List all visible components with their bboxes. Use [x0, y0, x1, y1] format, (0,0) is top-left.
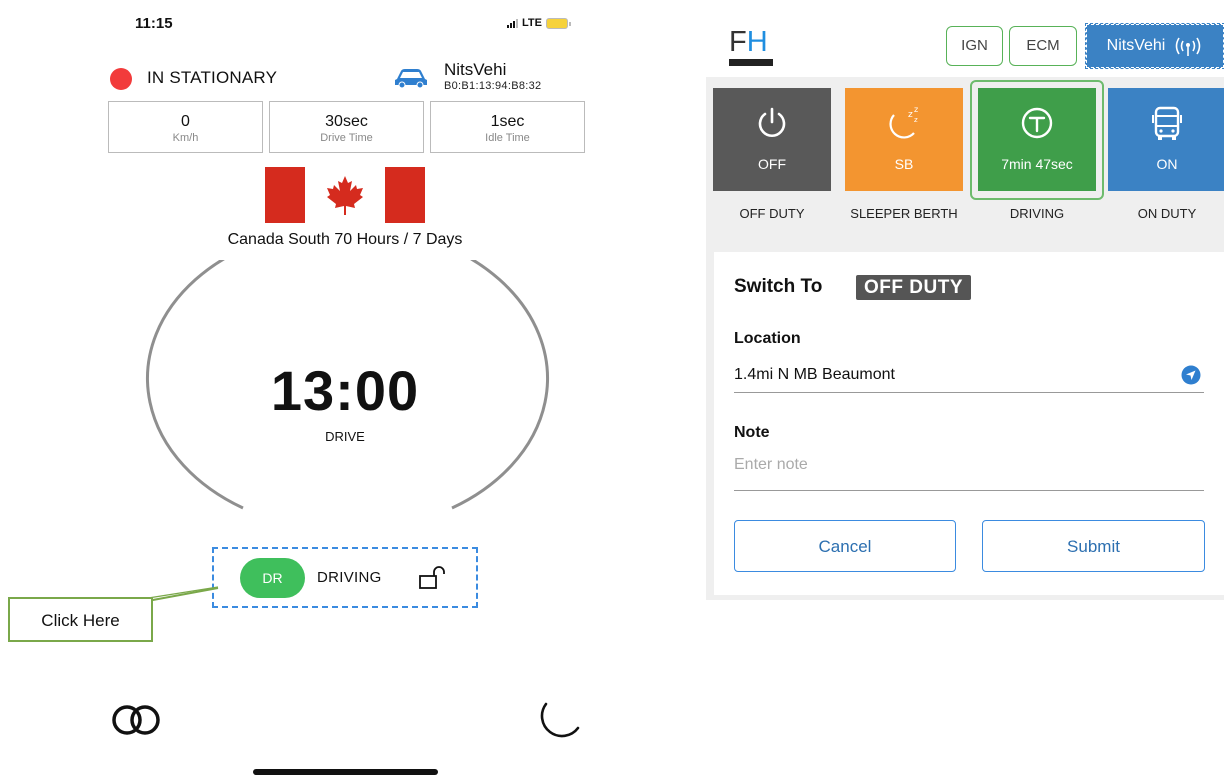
unlock-icon[interactable]	[418, 566, 450, 590]
location-arrow-icon[interactable]	[1181, 365, 1201, 385]
driving-caption: DRIVING	[1009, 206, 1065, 221]
svg-text:z: z	[908, 110, 913, 120]
status-indicator-dot	[110, 68, 132, 90]
sleeper-berth-tile[interactable]: z z z SB	[845, 88, 963, 191]
ruleset-label: Canada South 70 Hours / 7 Days	[227, 231, 463, 248]
app-logo: FH	[729, 26, 768, 58]
signal-icon	[507, 18, 518, 28]
phone-screen: 11:15 LTE IN STATIONARY NitsVehi B0:B1:1…	[0, 0, 700, 778]
duty-status-badge[interactable]: DR	[240, 558, 305, 598]
remaining-drive-clock: 13:00	[270, 359, 420, 422]
on-duty-tile-text: ON	[1156, 156, 1178, 172]
duty-status-panel: FH IGN ECM NitsVehi OFF z z z SB 7min 47…	[706, 0, 1224, 600]
click-here-callout: Click Here	[8, 597, 153, 642]
sleeper-berth-caption: SLEEPER BERTH	[850, 206, 958, 221]
driving-tile-text: 7min 47sec	[1001, 156, 1073, 172]
car-icon[interactable]	[393, 67, 429, 89]
off-duty-tile[interactable]: OFF	[713, 88, 831, 191]
power-icon	[758, 107, 786, 137]
speed-metric: 0 Km/h	[108, 101, 263, 153]
home-indicator[interactable]	[253, 769, 438, 775]
clock-label: DRIVE	[325, 429, 365, 444]
vehicle-status-text: IN STATIONARY	[147, 68, 278, 87]
bus-icon	[1152, 106, 1182, 140]
note-underline	[734, 490, 1204, 491]
driving-tile[interactable]: 7min 47sec	[978, 88, 1096, 191]
overlapping-circles-icon[interactable]	[108, 703, 170, 737]
moon-zzz-icon: z z z	[889, 105, 918, 139]
note-input[interactable]	[734, 456, 1174, 474]
sleeper-berth-tile-text: SB	[894, 156, 914, 172]
svg-text:z: z	[914, 105, 918, 114]
duty-status-label[interactable]: DRIVING	[317, 569, 382, 586]
submit-button[interactable]: Submit	[982, 520, 1205, 572]
logo-underline	[729, 59, 773, 66]
drive-time-metric: 30sec Drive Time	[269, 101, 424, 153]
idle-time-metric: 1sec Idle Time	[430, 101, 585, 153]
switch-to-label: Switch To	[734, 276, 823, 297]
idle-time-label: Idle Time	[485, 132, 530, 144]
network-label: LTE	[522, 17, 542, 29]
drive-time-label: Drive Time	[320, 132, 373, 144]
location-field[interactable]: 1.4mi N MB Beaumont	[734, 366, 895, 384]
cancel-button[interactable]: Cancel	[734, 520, 956, 572]
svg-text:z: z	[914, 116, 918, 124]
vehicle-connection-button[interactable]: NitsVehi	[1085, 23, 1224, 69]
on-duty-caption: ON DUTY	[1137, 206, 1197, 221]
target-status-badge: OFF DUTY	[856, 275, 971, 300]
night-mode-moon-icon[interactable]	[532, 700, 584, 738]
on-duty-tile[interactable]: ON	[1108, 88, 1224, 191]
note-label: Note	[734, 424, 770, 441]
vehicle-connection-label: NitsVehi	[1106, 37, 1166, 54]
canada-flag-icon	[265, 167, 425, 223]
ign-indicator[interactable]: IGN	[946, 26, 1003, 66]
location-label: Location	[734, 330, 801, 347]
idle-time-value: 1sec	[490, 113, 525, 130]
bluetooth-signal-icon	[1176, 37, 1201, 56]
drive-time-value: 30sec	[325, 113, 368, 130]
vehicle-mac-address: B0:B1:13:94:B8:32	[444, 80, 542, 92]
location-underline	[734, 392, 1204, 393]
ecm-indicator[interactable]: ECM	[1009, 26, 1077, 66]
off-duty-tile-text: OFF	[758, 156, 786, 172]
speed-label: Km/h	[172, 132, 199, 144]
vehicle-name[interactable]: NitsVehi	[444, 60, 506, 80]
status-icons: LTE	[507, 17, 571, 29]
maple-leaf-icon	[327, 176, 363, 215]
speed-value: 0	[181, 113, 190, 130]
battery-icon	[545, 17, 571, 29]
off-duty-caption: OFF DUTY	[739, 206, 805, 221]
status-time: 11:15	[135, 15, 173, 32]
steering-wheel-icon	[1021, 107, 1053, 139]
